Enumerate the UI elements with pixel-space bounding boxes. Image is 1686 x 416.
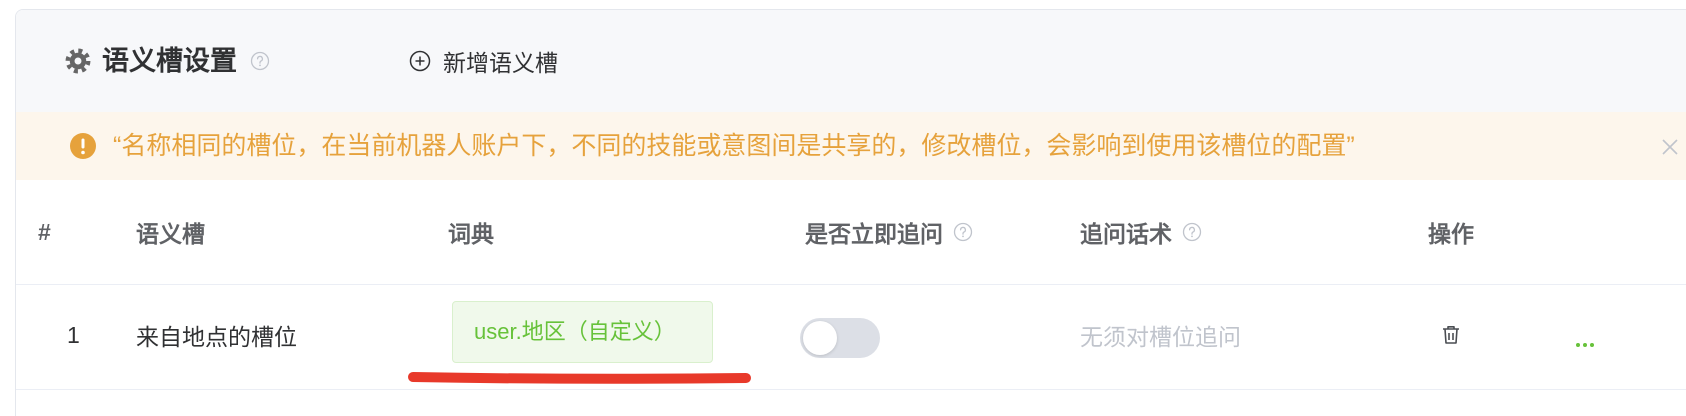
column-header-slot: 语义槽 bbox=[136, 221, 205, 247]
warning-alert: “名称相同的槽位，在当前机器人账户下，不同的技能或意图间是共享的，修改槽位，会影… bbox=[16, 112, 1686, 180]
add-slot-button[interactable]: 新增语义槽 bbox=[409, 41, 558, 81]
row-index: 1 bbox=[67, 321, 80, 348]
help-icon[interactable] bbox=[953, 222, 973, 242]
alert-message: “名称相同的槽位，在当前机器人账户下，不同的技能或意图间是共享的，修改槽位，会影… bbox=[113, 132, 1355, 160]
warning-icon bbox=[69, 132, 97, 160]
help-icon[interactable] bbox=[250, 51, 270, 71]
column-header-ask-immediately: 是否立即追问 bbox=[805, 180, 973, 284]
column-header-dictionary: 词典 bbox=[448, 221, 494, 247]
column-header-index: # bbox=[38, 218, 51, 245]
slot-settings-panel: 语义槽设置 新增语义槽 “名称相同的槽位，在当前机器人账户下，不同的技能或意图间… bbox=[15, 9, 1686, 416]
add-slot-label: 新增语义槽 bbox=[443, 50, 558, 76]
ask-immediately-toggle[interactable] bbox=[800, 318, 880, 358]
close-icon[interactable] bbox=[1661, 138, 1679, 156]
column-header-actions: 操作 bbox=[1428, 221, 1474, 247]
column-header-ask-immediately-label: 是否立即追问 bbox=[805, 221, 943, 247]
table-header: # 语义槽 词典 是否立即追问 追问话术 操作 bbox=[16, 180, 1686, 285]
red-underline-annotation bbox=[408, 372, 751, 384]
column-header-ask-text: 追问话术 bbox=[1080, 180, 1202, 284]
more-icon[interactable] bbox=[1575, 342, 1595, 348]
column-header-ask-text-label: 追问话术 bbox=[1080, 221, 1172, 247]
toggle-knob bbox=[803, 321, 837, 355]
panel-header: 语义槽设置 新增语义槽 bbox=[16, 10, 1686, 112]
dictionary-tag[interactable]: user.地区（自定义） bbox=[452, 301, 713, 363]
page-title: 语义槽设置 bbox=[102, 46, 237, 76]
help-icon[interactable] bbox=[1182, 222, 1202, 242]
table-row: 1 来自地点的槽位 user.地区（自定义） 无须对槽位追问 bbox=[16, 285, 1686, 390]
ask-text-placeholder[interactable]: 无须对槽位追问 bbox=[1080, 285, 1241, 385]
trash-icon[interactable] bbox=[1439, 323, 1463, 347]
gear-icon bbox=[65, 48, 91, 74]
plus-circle-icon bbox=[409, 50, 431, 72]
slot-name: 来自地点的槽位 bbox=[136, 324, 297, 350]
